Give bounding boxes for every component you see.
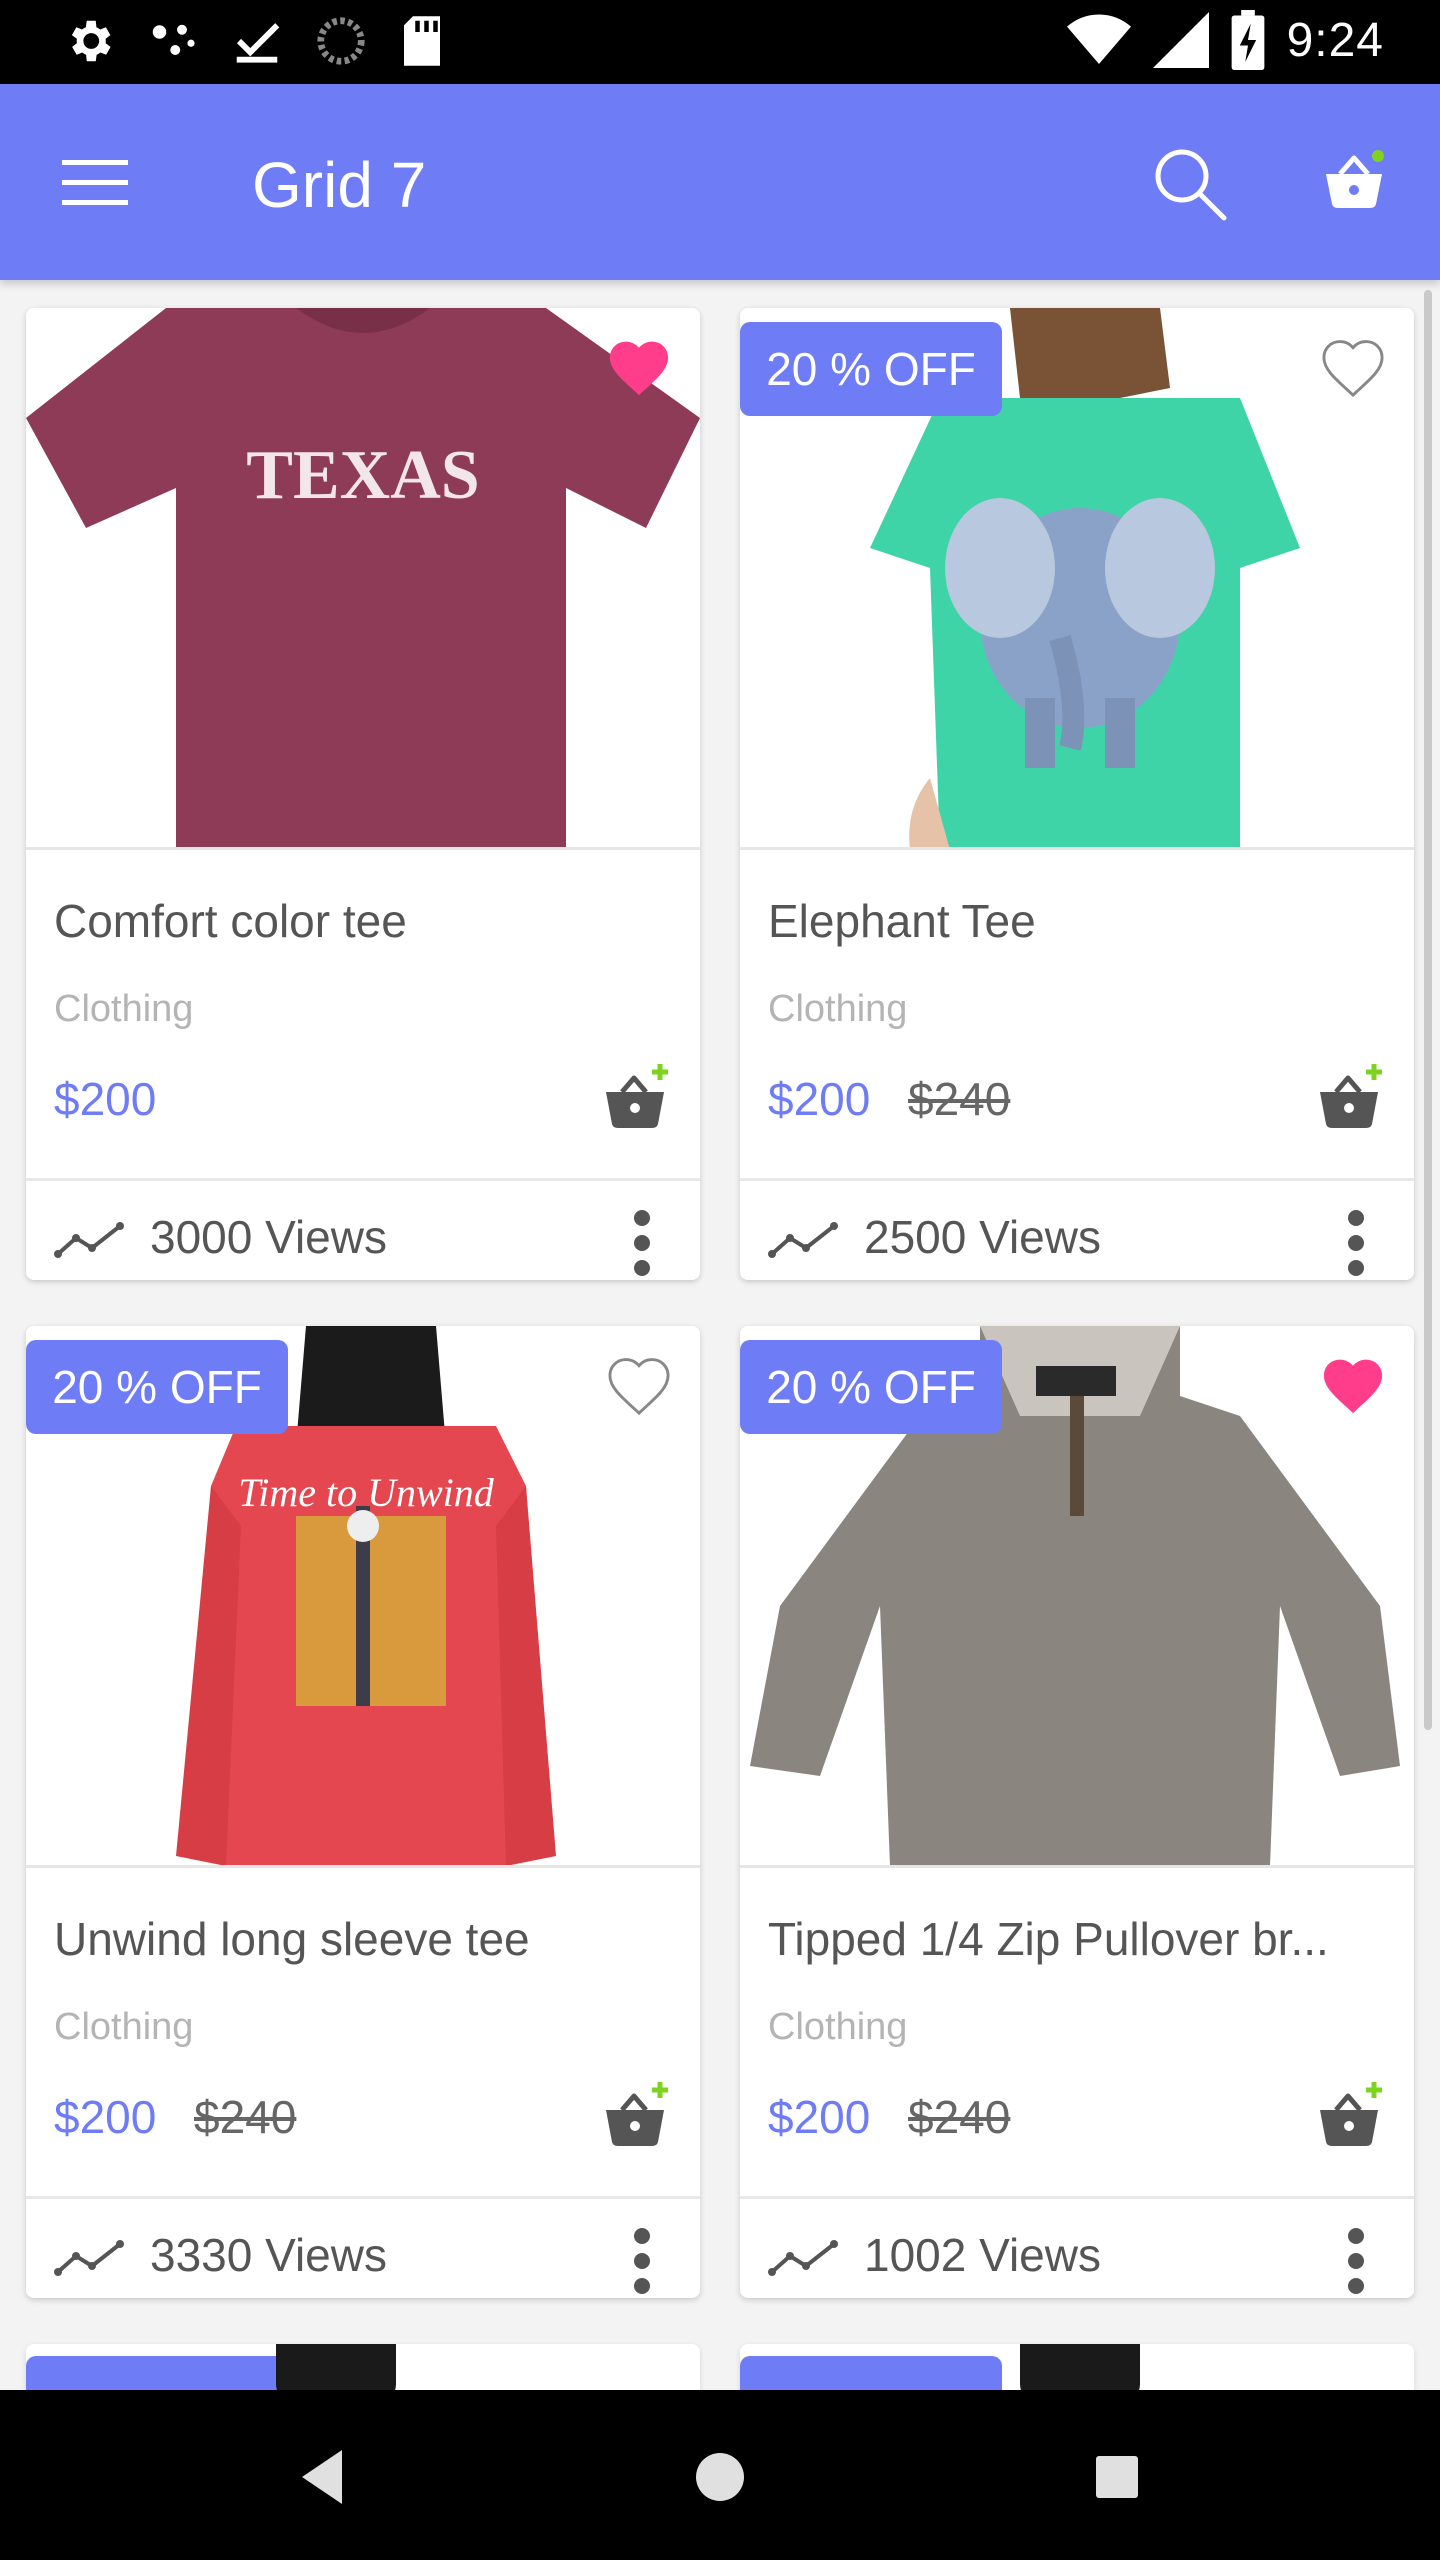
svg-text:TEXAS: TEXAS bbox=[246, 437, 479, 514]
app-bar: Grid 7 bbox=[0, 84, 1440, 280]
more-options-icon[interactable] bbox=[1344, 2226, 1368, 2296]
scrollbar[interactable] bbox=[1424, 290, 1432, 1730]
battery-icon bbox=[1231, 10, 1264, 70]
cart-button[interactable] bbox=[1322, 150, 1386, 214]
product-image bbox=[1020, 2344, 1140, 2390]
search-icon bbox=[1155, 149, 1227, 221]
product-price: $200 bbox=[768, 2091, 871, 2143]
divider bbox=[740, 2196, 1414, 2199]
add-to-cart-icon[interactable] bbox=[1314, 1060, 1386, 1132]
product-card[interactable]: 20 % OFF Tipped 1/4 Zip Pullover br... C… bbox=[740, 1326, 1414, 2298]
product-grid[interactable]: TEXAS Comfort color tee Clothing $200 30… bbox=[0, 280, 1440, 2390]
product-price: $200 bbox=[768, 1073, 871, 1125]
product-image[interactable]: 20 % OFF bbox=[740, 1326, 1414, 1868]
add-to-cart-icon[interactable] bbox=[1314, 2078, 1386, 2150]
divider bbox=[740, 1178, 1414, 1181]
navigation-bar bbox=[0, 2390, 1440, 2560]
trending-icon bbox=[54, 1222, 124, 1258]
product-name[interactable]: Tipped 1/4 Zip Pullover br... bbox=[768, 1912, 1388, 1966]
product-image bbox=[276, 2344, 396, 2390]
view-count: 3330 Views bbox=[150, 2229, 387, 2281]
divider bbox=[26, 1178, 700, 1181]
status-bar: 9:24 bbox=[0, 0, 1440, 84]
product-price: $200 bbox=[54, 1073, 157, 1125]
loading-icon bbox=[317, 17, 365, 65]
view-count: 3000 Views bbox=[150, 1211, 387, 1263]
wifi-icon bbox=[1066, 14, 1131, 64]
signal-icon bbox=[1152, 12, 1209, 68]
home-button[interactable] bbox=[685, 2442, 755, 2512]
trending-icon bbox=[768, 1222, 838, 1258]
back-button[interactable] bbox=[290, 2442, 360, 2512]
menu-icon bbox=[62, 160, 128, 205]
more-options-icon[interactable] bbox=[630, 2226, 654, 2296]
discount-badge bbox=[740, 2356, 1002, 2390]
product-card[interactable]: Time to Unwind 20 % OFF Unwind long slee… bbox=[26, 1326, 700, 2298]
notification-icons bbox=[62, 14, 446, 68]
view-count: 2500 Views bbox=[864, 1211, 1101, 1263]
clock: 9:24 bbox=[1286, 13, 1384, 67]
product-image[interactable]: Time to Unwind 20 % OFF bbox=[26, 1326, 700, 1868]
add-to-cart-icon[interactable] bbox=[600, 2078, 672, 2150]
product-category: Clothing bbox=[768, 2006, 908, 2048]
settings-icon bbox=[71, 20, 111, 62]
product-category: Clothing bbox=[54, 2006, 194, 2048]
recents-button[interactable] bbox=[1082, 2442, 1152, 2512]
product-image[interactable]: 20 % OFF bbox=[740, 308, 1414, 850]
trending-icon bbox=[768, 2240, 838, 2276]
system-icons: 9:24 bbox=[1066, 10, 1384, 70]
product-price: $200 bbox=[54, 2091, 157, 2143]
product-old-price: $240 bbox=[194, 2091, 297, 2143]
product-card-partial[interactable] bbox=[26, 2344, 700, 2390]
favorite-icon[interactable] bbox=[1318, 1352, 1388, 1416]
product-card[interactable]: TEXAS Comfort color tee Clothing $200 30… bbox=[26, 308, 700, 1280]
product-old-price: $240 bbox=[908, 2091, 1011, 2143]
sd-card-icon bbox=[404, 16, 440, 66]
favorite-icon[interactable] bbox=[604, 334, 674, 398]
product-card[interactable]: 20 % OFF Elephant Tee Clothing $200 $240… bbox=[740, 308, 1414, 1280]
page-title: Grid 7 bbox=[252, 149, 427, 221]
more-options-icon[interactable] bbox=[1344, 1208, 1368, 1278]
product-name[interactable]: Comfort color tee bbox=[54, 894, 674, 948]
add-to-cart-icon[interactable] bbox=[600, 1060, 672, 1132]
product-image[interactable]: TEXAS bbox=[26, 308, 700, 850]
nodes-icon bbox=[152, 24, 195, 55]
discount-badge: 20 % OFF bbox=[26, 1340, 288, 1434]
product-card-partial[interactable] bbox=[740, 2344, 1414, 2390]
view-count: 1002 Views bbox=[864, 2229, 1101, 2281]
tshirt-image: TEXAS bbox=[26, 308, 700, 847]
favorite-outline-icon[interactable] bbox=[604, 1352, 674, 1416]
more-options-icon[interactable] bbox=[630, 1208, 654, 1278]
trending-icon bbox=[54, 2240, 124, 2276]
discount-badge bbox=[26, 2356, 288, 2390]
download-done-icon bbox=[236, 23, 280, 63]
discount-badge: 20 % OFF bbox=[740, 1340, 1002, 1434]
discount-badge: 20 % OFF bbox=[740, 322, 1002, 416]
menu-button[interactable] bbox=[62, 154, 128, 210]
search-button[interactable] bbox=[1150, 144, 1230, 224]
product-old-price: $240 bbox=[908, 1073, 1011, 1125]
divider bbox=[26, 2196, 700, 2199]
product-category: Clothing bbox=[768, 988, 908, 1030]
product-category: Clothing bbox=[54, 988, 194, 1030]
favorite-outline-icon[interactable] bbox=[1318, 334, 1388, 398]
svg-text:Time to Unwind: Time to Unwind bbox=[238, 1470, 495, 1515]
cart-icon bbox=[1326, 150, 1384, 208]
product-name[interactable]: Unwind long sleeve tee bbox=[54, 1912, 674, 1966]
product-name[interactable]: Elephant Tee bbox=[768, 894, 1388, 948]
